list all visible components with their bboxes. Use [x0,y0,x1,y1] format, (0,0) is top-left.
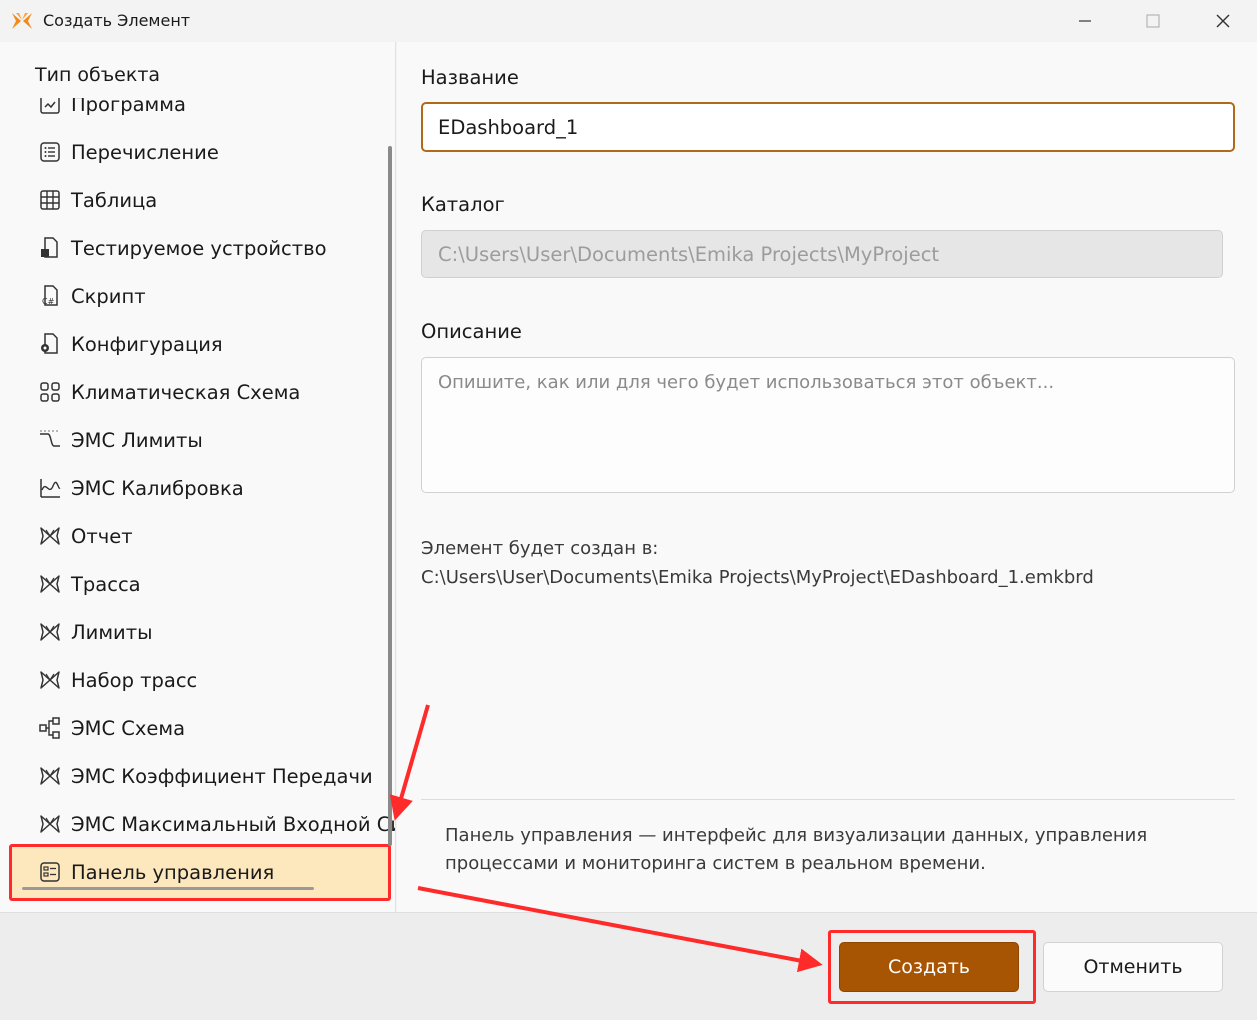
object-type-item[interactable]: C# Скрипт [0,272,395,320]
target-path: Элемент будет создан в: C:\Users\User\Do… [421,534,1094,592]
emc-scheme-icon [37,715,63,741]
object-type-item[interactable]: Отчет [0,512,395,560]
butterfly-icon [37,523,63,549]
catalog-input [421,230,1223,278]
object-type-item[interactable]: Лимиты [0,608,395,656]
window-title: Создать Элемент [43,11,191,30]
object-type-item[interactable]: ЭМС Схема [0,704,395,752]
object-type-item[interactable]: ЭМС Коэффициент Передачи [0,752,395,800]
list-icon [37,139,63,165]
object-type-item[interactable]: Панель управления [0,848,395,896]
object-type-label: Тестируемое устройство [71,236,327,260]
object-type-item[interactable]: Таблица [0,176,395,224]
object-type-label: Набор трасс [71,668,198,692]
object-type-label: Панель управления [71,860,275,884]
create-button[interactable]: Создать [839,942,1019,992]
list-scrollbar[interactable] [388,146,392,846]
object-type-header: Тип объекта [35,64,375,98]
object-type-item[interactable]: Трасса [0,560,395,608]
object-type-label: Отчет [71,524,133,548]
emc-calibration-icon [37,475,63,501]
climate-scheme-icon [37,379,63,405]
form-panel: Название Каталог Описание Элемент будет … [397,42,1257,912]
type-description: Панель управления — интерфейс для визуал… [445,825,1148,874]
object-type-label: Скрипт [71,284,146,308]
target-path-value: C:\Users\User\Documents\Emika Projects\M… [421,567,1094,588]
object-type-item[interactable]: ЭМС Лимиты [0,416,395,464]
object-type-label: Трасса [71,572,141,596]
catalog-label: Каталог [421,193,505,216]
object-type-label: ЭМС Максимальный Входной Си [71,812,396,836]
object-type-item[interactable]: Перечисление [0,128,395,176]
object-type-label: Конфигурация [71,332,223,356]
butterfly-icon [37,571,63,597]
object-type-item[interactable]: Конфигурация [0,320,395,368]
object-type-item[interactable]: Набор трасс [0,656,395,704]
object-type-label: ЭМС Калибровка [71,476,244,500]
butterfly-icon [37,763,63,789]
object-type-label: Таблица [71,188,158,212]
object-type-label: Климатическая Схема [71,380,301,404]
svg-text:C#: C# [42,297,55,306]
divider [421,799,1235,800]
object-type-item[interactable]: Климатическая Схема [0,368,395,416]
maximize-icon [1146,14,1160,28]
butterfly-icon [37,619,63,645]
object-type-panel: Программа Перечисление Таблица Тестируемое … [0,42,396,912]
target-path-caption: Элемент будет создан в: [421,538,659,559]
butterfly-icon [37,811,63,837]
maximize-button[interactable] [1130,0,1176,42]
close-button[interactable] [1200,0,1246,42]
device-icon [37,235,63,261]
close-icon [1216,14,1230,28]
object-type-item[interactable]: ЭМС Максимальный Входной Си [0,800,396,848]
name-input[interactable] [421,102,1235,152]
name-label: Название [421,66,519,89]
dashboard-icon [37,859,63,885]
emc-limits-icon [37,427,63,453]
cancel-button[interactable]: Отменить [1043,942,1223,992]
table-icon [37,187,63,213]
object-type-item[interactable]: ЭМС Калибровка [0,464,395,512]
object-type-label: ЭМС Схема [71,716,186,740]
object-type-label: Перечисление [71,140,219,164]
object-type-label: Лимиты [71,620,153,644]
object-type-label: ЭМС Коэффициент Передачи [71,764,373,788]
description-label: Описание [421,320,522,343]
butterfly-icon [37,667,63,693]
csharp-script-icon: C# [37,283,63,309]
title-bar: Создать Элемент [0,0,1257,42]
minimize-button[interactable] [1062,0,1108,42]
minimize-icon [1079,20,1091,22]
description-input[interactable] [421,357,1235,493]
object-type-label: ЭМС Лимиты [71,428,203,452]
app-logo-icon [12,13,32,29]
config-icon [37,331,63,357]
object-type-item[interactable]: Тестируемое устройство [0,224,395,272]
